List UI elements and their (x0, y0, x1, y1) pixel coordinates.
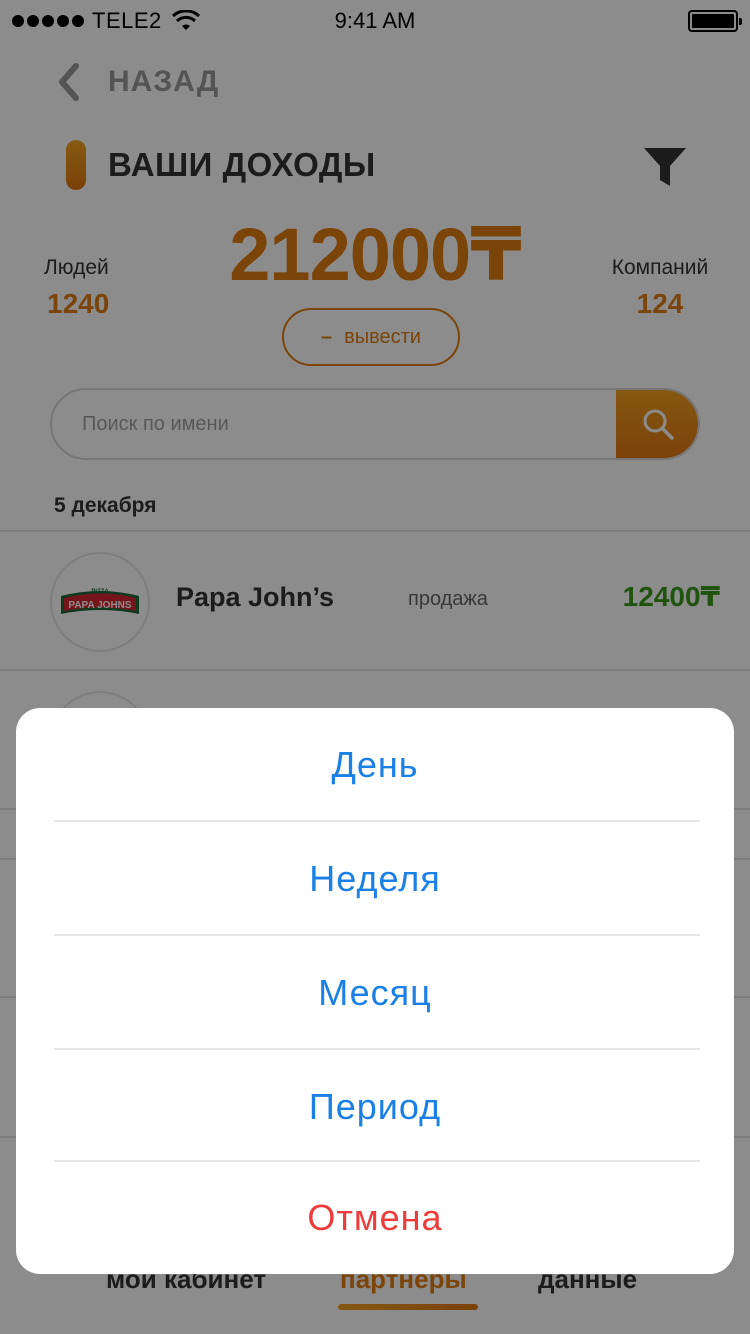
status-bar: TELE2 9:41 AM (0, 0, 750, 40)
cancel-button[interactable]: Отмена (16, 1162, 734, 1274)
option-day[interactable]: День (16, 708, 734, 822)
battery-icon (688, 10, 742, 32)
option-period[interactable]: Период (16, 1050, 734, 1164)
option-month[interactable]: Месяц (16, 936, 734, 1050)
option-week[interactable]: Неделя (16, 822, 734, 936)
period-action-sheet: День Неделя Месяц Период Отмена (16, 708, 734, 1274)
status-time: 9:41 AM (334, 8, 416, 33)
